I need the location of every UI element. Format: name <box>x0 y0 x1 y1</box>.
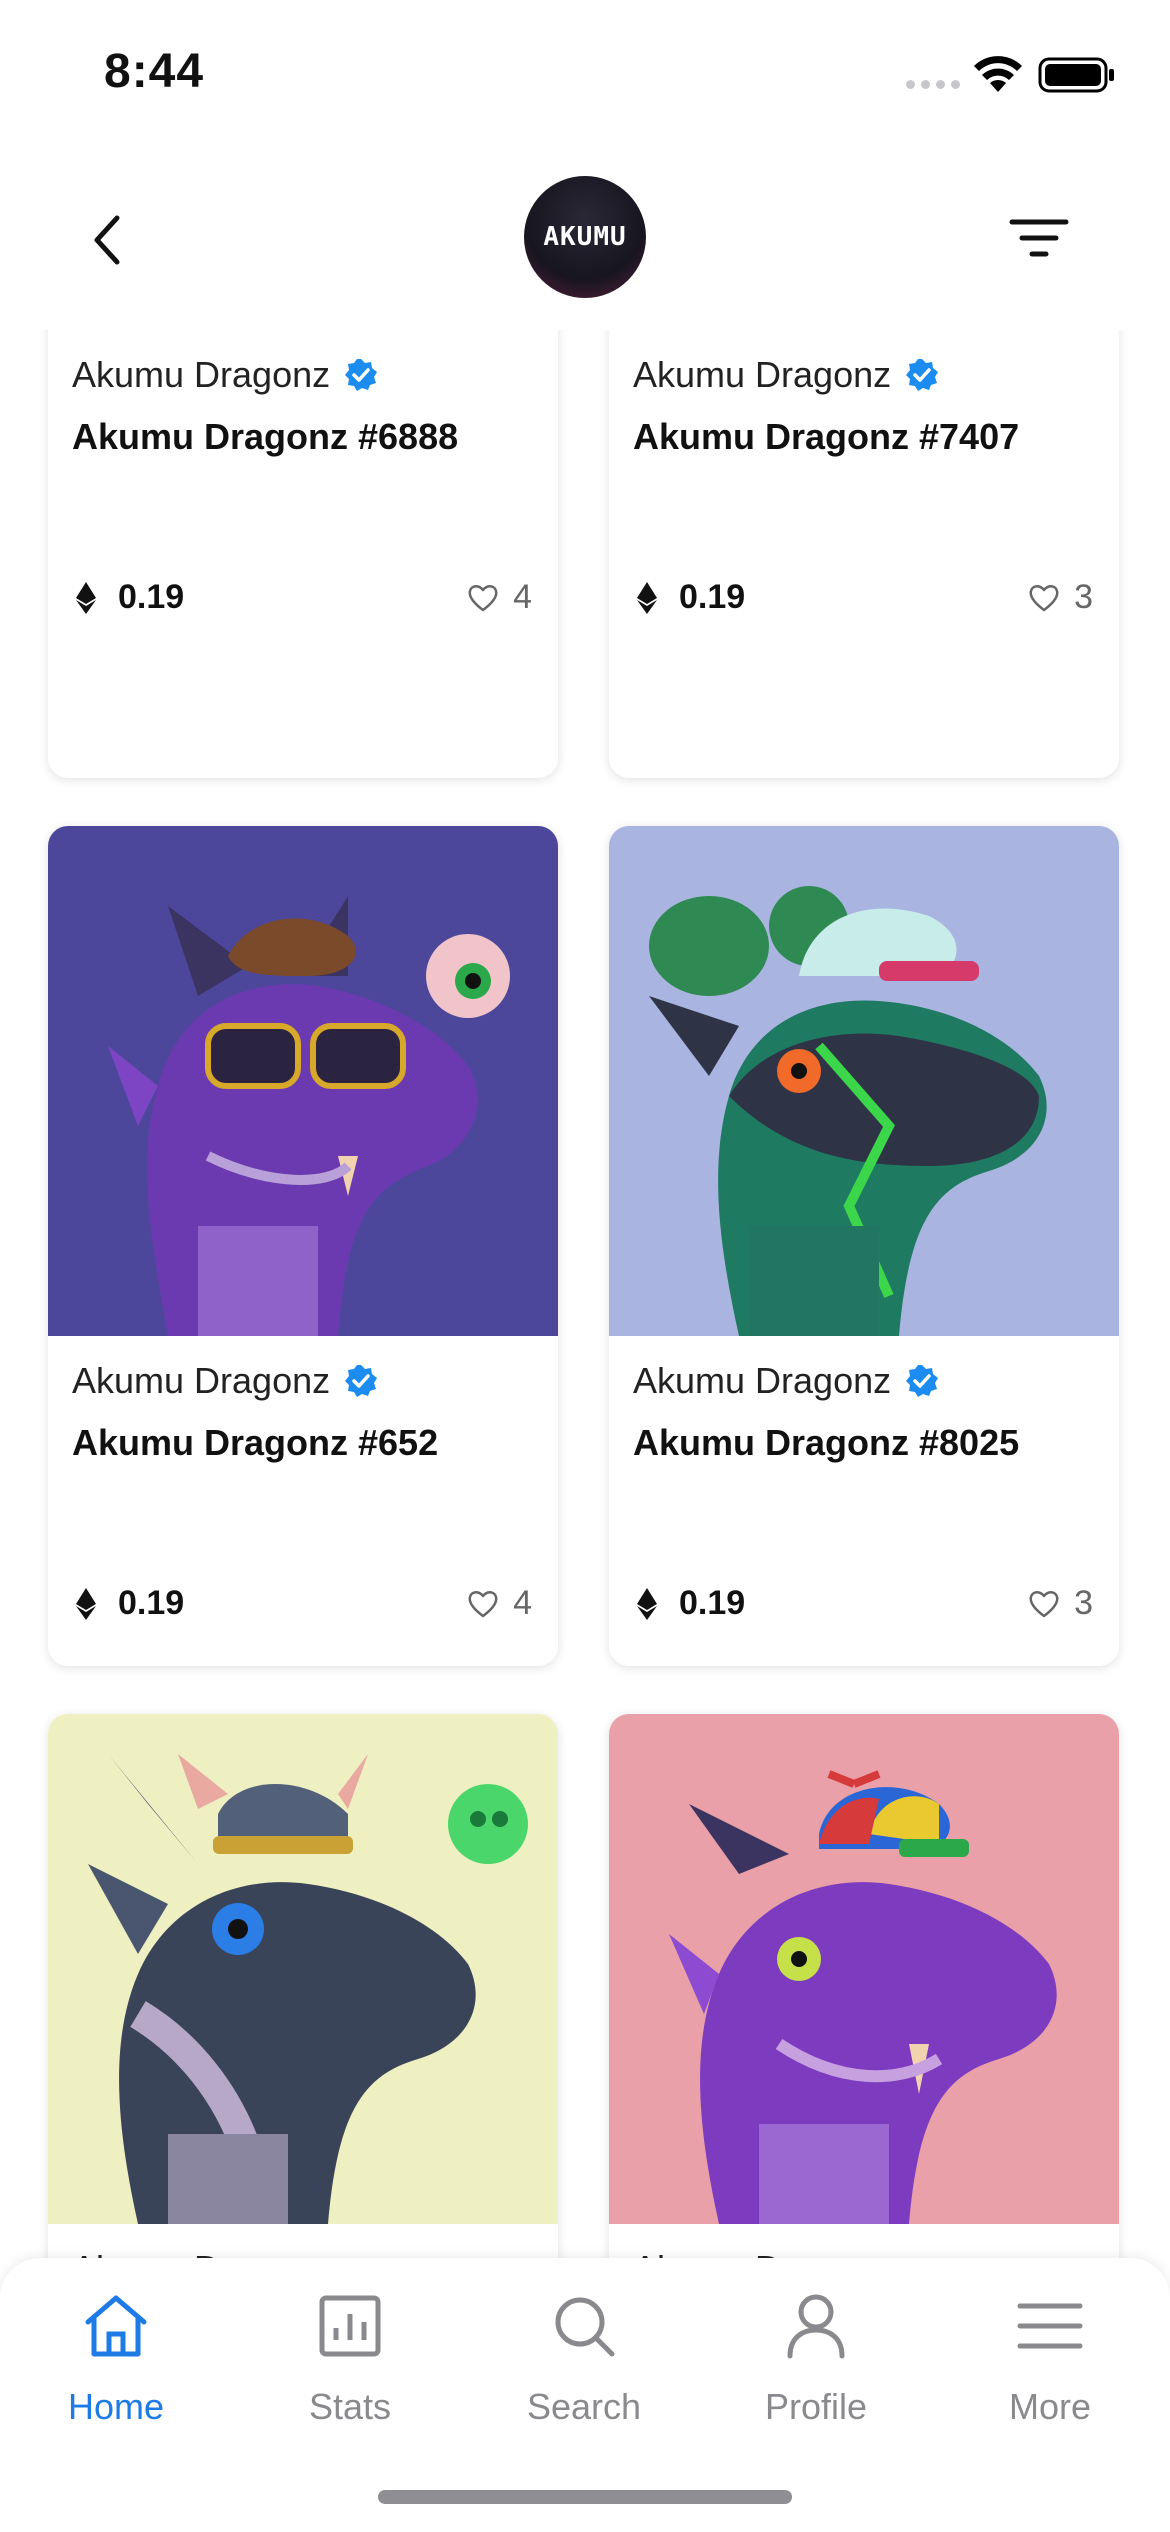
like-button[interactable]: 4 <box>467 1584 532 1623</box>
tab-label: Search <box>526 2386 642 2427</box>
collection-row: Akumu Dragonz <box>633 1360 939 1402</box>
heart-icon <box>468 584 498 611</box>
nft-image <box>48 826 558 1336</box>
tab-profile[interactable]: Profile <box>716 2288 916 2458</box>
like-button[interactable]: 4 <box>467 578 532 617</box>
price-row: 0.19 <box>637 578 745 617</box>
collection-name: Akumu Dragonz <box>72 354 331 395</box>
collection-logo[interactable]: AKUMU <box>524 176 646 298</box>
card-info: Akumu Dragonz <box>609 2224 1119 2260</box>
search-icon <box>555 2297 615 2357</box>
like-count: 3 <box>1074 1584 1093 1622</box>
collection-row: Akumu Dragonz <box>633 354 939 396</box>
tab-label: Stats <box>308 2386 392 2427</box>
price: 0.19 <box>679 578 746 616</box>
verified-icon <box>345 359 378 391</box>
price: 0.19 <box>118 578 185 616</box>
card-info: Akumu Dragonz Akumu Dragonz #8025 0.19 3 <box>609 1336 1119 1666</box>
item-name: Akumu Dragonz #6888 <box>72 416 459 457</box>
nft-image <box>48 1714 558 2224</box>
verified-icon <box>345 1365 378 1397</box>
card-info: Akumu Dragonz Akumu Dragonz #6888 0.19 4 <box>48 330 558 660</box>
nft-image <box>609 1714 1119 2224</box>
item-name: Akumu Dragonz #8025 <box>633 1422 1020 1463</box>
item-name: Akumu Dragonz #652 <box>72 1422 439 1463</box>
ethereum-icon <box>76 581 96 614</box>
status-time: 8:44 <box>104 45 205 98</box>
collection-row: Akumu Dragonz <box>72 1360 378 1402</box>
like-button[interactable]: 3 <box>1028 1584 1093 1623</box>
ethereum-icon <box>637 1587 657 1620</box>
tab-home[interactable]: Home <box>16 2288 216 2458</box>
price: 0.19 <box>118 1584 185 1622</box>
chevron-left-icon <box>94 215 120 265</box>
menu-icon <box>1017 2303 1083 2349</box>
like-count: 3 <box>1074 578 1093 616</box>
price-row: 0.19 <box>637 1584 745 1623</box>
status-bar: 8:44 <box>0 0 1170 150</box>
nft-card[interactable]: Akumu Dragonz Akumu Dragonz #8025 0.19 3 <box>609 826 1119 1666</box>
nft-grid: Akumu Dragonz Akumu Dragonz #6888 0.19 4 <box>0 330 1170 2260</box>
stats-icon <box>319 2295 381 2357</box>
logo-text: AKUMU <box>543 222 627 252</box>
collection-name: Akumu Dragonz <box>72 1360 331 1401</box>
filter-button[interactable] <box>1004 208 1074 268</box>
nft-card[interactable]: Akumu Dragonz Akumu Dragonz #7407 0.19 3 <box>609 330 1119 778</box>
nft-card[interactable]: Akumu Dragonz Akumu Dragonz #652 0.19 4 <box>48 826 558 1666</box>
verified-icon <box>906 1365 939 1397</box>
home-icon <box>85 2295 147 2357</box>
tab-label: More <box>1008 2386 1092 2427</box>
heart-icon <box>1029 1590 1059 1617</box>
tab-stats[interactable]: Stats <box>250 2288 450 2458</box>
heart-icon <box>468 1590 498 1617</box>
tab-more[interactable]: More <box>950 2288 1150 2458</box>
filter-icon <box>1009 219 1069 257</box>
battery-icon <box>1038 57 1114 93</box>
nft-card[interactable]: Akumu Dragonz <box>48 1714 558 2260</box>
heart-icon <box>1029 584 1059 611</box>
verified-icon <box>906 359 939 391</box>
nft-card[interactable]: Akumu Dragonz <box>609 1714 1119 2260</box>
card-info: Akumu Dragonz Akumu Dragonz #7407 0.19 3 <box>609 330 1119 660</box>
nft-card[interactable]: Akumu Dragonz Akumu Dragonz #6888 0.19 4 <box>48 330 558 778</box>
tab-label: Home <box>67 2386 165 2427</box>
tab-label: Profile <box>764 2386 868 2427</box>
like-count: 4 <box>513 578 532 616</box>
price-row: 0.19 <box>76 578 184 617</box>
collection-row: Akumu Dragonz <box>72 354 378 396</box>
home-indicator <box>378 2490 792 2504</box>
price-row: 0.19 <box>76 1584 184 1623</box>
nft-image <box>609 826 1119 1336</box>
like-count: 4 <box>513 1584 532 1622</box>
ethereum-icon <box>76 1587 96 1620</box>
nav-header: AKUMU <box>0 150 1170 330</box>
tab-search[interactable]: Search <box>484 2288 684 2458</box>
collection-name: Akumu Dragonz <box>633 1360 892 1401</box>
profile-icon <box>787 2294 845 2359</box>
like-button[interactable]: 3 <box>1028 578 1093 617</box>
signal-icon <box>906 80 960 89</box>
item-name: Akumu Dragonz #7407 <box>633 416 1020 457</box>
back-button[interactable] <box>76 205 136 275</box>
price: 0.19 <box>679 1584 746 1622</box>
card-info: Akumu Dragonz Akumu Dragonz #652 0.19 4 <box>48 1336 558 1666</box>
wifi-icon <box>974 56 1022 92</box>
collection-name: Akumu Dragonz <box>633 354 892 395</box>
ethereum-icon <box>637 581 657 614</box>
card-info: Akumu Dragonz <box>48 2224 558 2260</box>
